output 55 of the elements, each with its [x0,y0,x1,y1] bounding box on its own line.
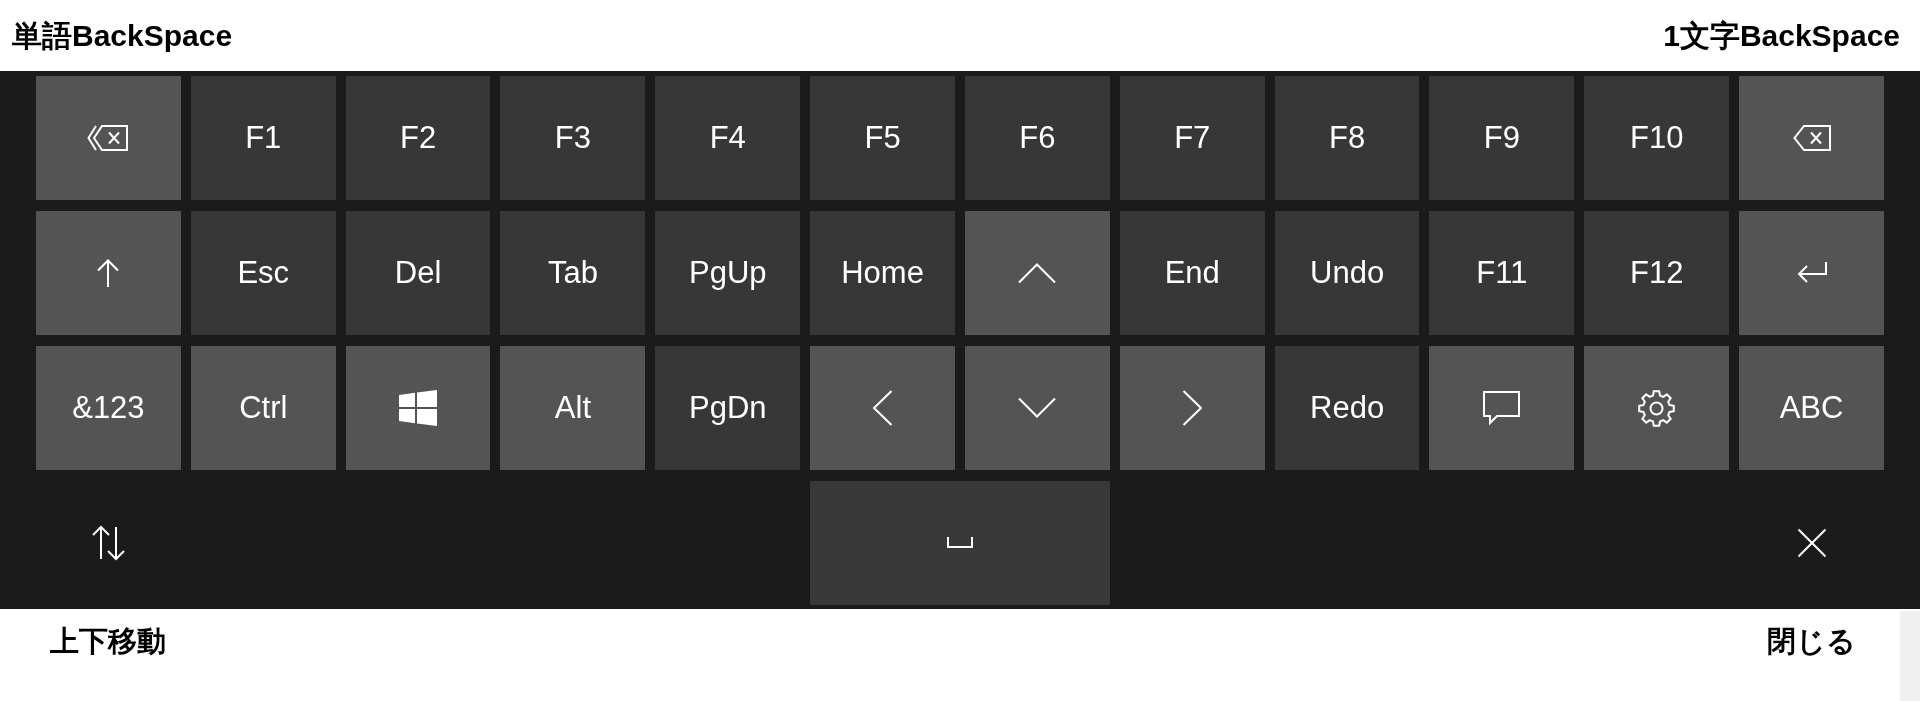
arrow-up-key[interactable] [36,211,181,335]
double-backspace-icon [87,124,130,152]
keyboard-key[interactable]: PgDn [655,346,801,470]
close-icon [1796,528,1827,558]
keyboard-key[interactable]: F12 [1584,211,1730,335]
settings-key[interactable] [1584,346,1730,470]
chevron-down-icon [1017,397,1058,419]
keyboard-key[interactable]: Alt [500,346,646,470]
comment-key[interactable] [1429,346,1575,470]
chevron-left-icon [872,390,894,426]
space-symbol-icon [946,537,974,549]
down-key[interactable] [965,346,1110,470]
up-key[interactable] [965,211,1110,335]
keyboard-key[interactable]: F4 [655,76,801,200]
hint-label: 単語BackSpace [12,17,233,54]
word-backspace-key[interactable] [36,76,181,200]
return-arrow-icon [1795,261,1828,285]
keyboard-key[interactable]: F9 [1429,76,1575,200]
keyboard-key[interactable]: F6 [965,76,1110,200]
hint-label: 上下移動 [50,624,167,658]
keyboard-key[interactable]: F8 [1274,76,1420,200]
backspace-icon [1791,124,1832,152]
chevron-right-icon [1181,390,1203,426]
arrow-up-icon [96,258,121,288]
keyboard-key[interactable]: F1 [190,76,336,200]
keyboard-key[interactable]: F2 [345,76,491,200]
backspace-key[interactable] [1739,76,1884,200]
keyboard-key[interactable]: F10 [1584,76,1730,200]
chevron-up-icon [1017,262,1058,284]
hint-label: 1文字BackSpace [1663,17,1900,54]
space-key[interactable] [810,481,1110,605]
keyboard-key[interactable]: Tab [500,211,646,335]
left-key[interactable] [810,346,955,470]
keyboard-key[interactable]: PgUp [655,211,801,335]
keyboard-key[interactable]: Esc [190,211,336,335]
keyboard-key[interactable]: End [1119,211,1265,335]
keyboard-key[interactable]: Ctrl [190,346,336,470]
keyboard-key[interactable]: Undo [1274,211,1420,335]
keyboard-key[interactable]: Home [810,211,955,335]
enter-key[interactable] [1739,211,1884,335]
keyboard-key[interactable]: F7 [1119,76,1265,200]
gear-icon [1637,388,1677,428]
keyboard-key[interactable]: &123 [36,346,181,470]
keyboard-key[interactable]: F5 [810,76,955,200]
keyboard-key[interactable]: F11 [1429,211,1575,335]
keyboard-key[interactable]: Redo [1274,346,1420,470]
right-key[interactable] [1119,346,1265,470]
windows-logo-icon [399,390,438,426]
hint-label: 閉じる [1767,624,1857,658]
keyboard-key[interactable]: Del [345,211,491,335]
up-down-arrows-icon [90,525,126,561]
keyboard-key[interactable]: ABC [1739,346,1884,470]
keyboard-key[interactable]: F3 [500,76,646,200]
speech-bubble-icon [1482,390,1522,426]
windows-key[interactable] [345,346,491,470]
